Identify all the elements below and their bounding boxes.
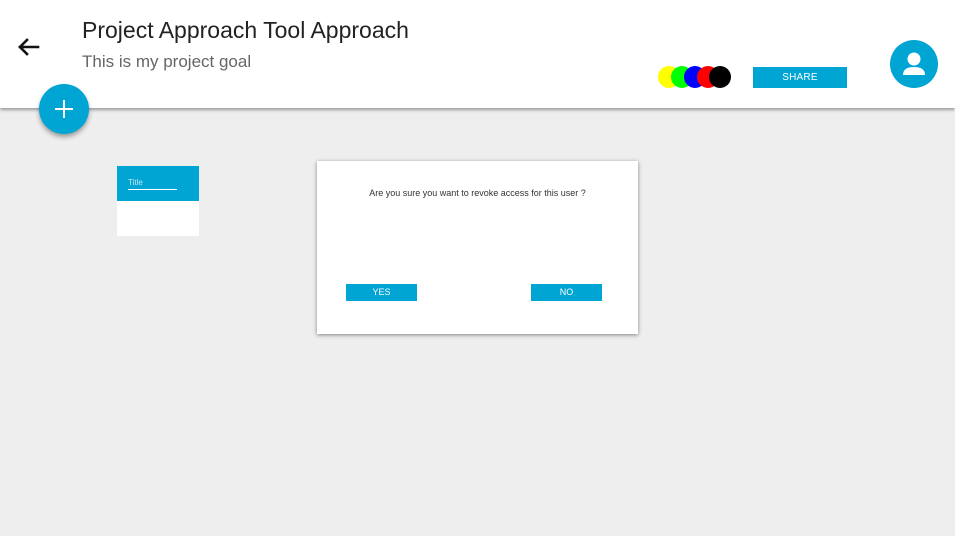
project-goal: This is my project goal — [82, 52, 252, 71]
dialog-message: Are you sure you want to revoke access f… — [369, 188, 586, 198]
no-button[interactable]: NO — [531, 284, 602, 301]
yes-button[interactable]: YES — [346, 284, 417, 301]
user-icon — [903, 52, 925, 75]
color-swatch-black[interactable] — [709, 66, 731, 88]
add-card-button[interactable] — [39, 84, 89, 134]
back-button[interactable] — [14, 32, 44, 62]
confirm-dialog: Are you sure you want to revoke access f… — [317, 161, 638, 334]
card-title-input[interactable] — [128, 175, 177, 190]
app-header: Project Approach Tool Approach This is m… — [0, 0, 955, 108]
card-header — [117, 166, 199, 201]
share-button[interactable]: SHARE — [753, 67, 847, 88]
plus-icon — [55, 100, 73, 118]
note-card — [117, 166, 199, 236]
color-picker — [658, 66, 732, 88]
project-title: Project Approach Tool Approach — [82, 17, 409, 43]
arrow-left-icon — [18, 38, 40, 56]
user-avatar-button[interactable] — [890, 40, 938, 88]
